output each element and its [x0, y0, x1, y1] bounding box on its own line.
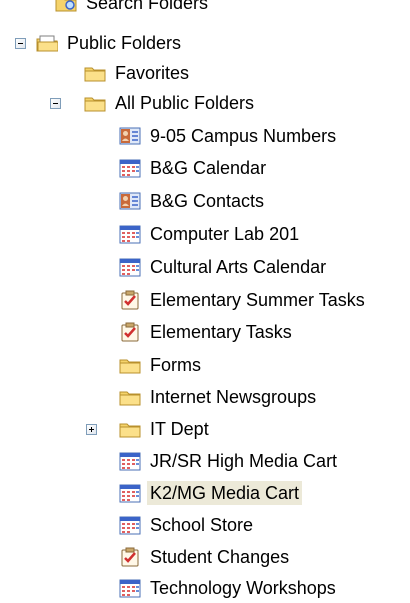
tree-item-all-public-folders[interactable]: All Public Folders: [84, 88, 257, 118]
tree-item-label: All Public Folders: [115, 93, 255, 113]
calendar-icon: [119, 224, 141, 244]
tree-item-label: JR/SR High Media Cart: [150, 451, 338, 471]
folder-tree: Search Folders Public Folders Favorites …: [0, 0, 410, 599]
folder-icon: [119, 387, 141, 407]
calendar-icon: [119, 578, 141, 598]
folder-icon: [119, 355, 141, 375]
tree-item-computer-lab-201[interactable]: Computer Lab 201: [119, 219, 302, 249]
folder-icon: [84, 93, 106, 113]
tree-item-label: Elementary Tasks: [150, 322, 292, 342]
tree-item-school-store[interactable]: School Store: [119, 510, 256, 540]
calendar-icon: [119, 483, 141, 503]
tree-item-public-folders[interactable]: Public Folders: [36, 28, 184, 58]
tree-item-elementary-summer-tasks[interactable]: Elementary Summer Tasks: [119, 285, 368, 315]
tasks-icon: [119, 547, 141, 567]
tree-item-bg-calendar[interactable]: B&G Calendar: [119, 153, 269, 183]
contacts-icon: [119, 191, 141, 211]
expand-it-dept-toggle[interactable]: [86, 424, 97, 435]
collapse-public-folders-toggle[interactable]: [15, 38, 26, 49]
public-folders-icon: [36, 33, 58, 53]
tree-item-label: Public Folders: [67, 33, 182, 53]
tree-item-label: Search Folders: [86, 0, 209, 13]
folder-icon: [119, 419, 141, 439]
tree-item-label: IT Dept: [150, 419, 209, 439]
tree-item-label: Computer Lab 201: [150, 224, 300, 244]
tree-item-favorites[interactable]: Favorites: [84, 58, 192, 88]
tree-item-search-folders[interactable]: Search Folders: [55, 0, 211, 18]
folder-icon: [84, 63, 106, 83]
tree-item-jr-sr-high-media-cart[interactable]: JR/SR High Media Cart: [119, 446, 340, 476]
tree-item-label: Technology Workshops: [150, 578, 336, 598]
tree-item-cultural-arts-calendar[interactable]: Cultural Arts Calendar: [119, 252, 329, 282]
tree-item-k2-mg-media-cart[interactable]: K2/MG Media Cart: [119, 478, 303, 508]
tree-item-it-dept[interactable]: IT Dept: [119, 414, 212, 444]
tree-item-label: School Store: [150, 515, 254, 535]
calendar-icon: [119, 451, 141, 471]
contacts-icon: [119, 126, 141, 146]
tree-item-bg-contacts[interactable]: B&G Contacts: [119, 186, 267, 216]
collapse-all-public-folders-toggle[interactable]: [50, 98, 61, 109]
tree-item-label: Elementary Summer Tasks: [150, 290, 365, 310]
tree-item-label: 9-05 Campus Numbers: [150, 126, 337, 146]
tree-item-campus-numbers[interactable]: 9-05 Campus Numbers: [119, 121, 339, 151]
calendar-icon: [119, 257, 141, 277]
tree-item-label: B&G Calendar: [150, 158, 267, 178]
tree-item-label: Cultural Arts Calendar: [150, 257, 327, 277]
tree-item-label: Student Changes: [150, 547, 290, 567]
tree-item-elementary-tasks[interactable]: Elementary Tasks: [119, 317, 295, 347]
tree-item-label: Favorites: [115, 63, 190, 83]
tree-item-internet-newsgroups[interactable]: Internet Newsgroups: [119, 382, 319, 412]
tasks-icon: [119, 322, 141, 342]
tree-item-label: Forms: [150, 355, 201, 375]
search-folder-icon: [55, 0, 77, 13]
tree-item-label: K2/MG Media Cart: [147, 481, 303, 505]
tree-item-label: Internet Newsgroups: [150, 387, 317, 407]
calendar-icon: [119, 515, 141, 535]
tree-item-student-changes[interactable]: Student Changes: [119, 542, 292, 572]
tree-item-label: B&G Contacts: [150, 191, 265, 211]
calendar-icon: [119, 158, 141, 178]
tasks-icon: [119, 290, 141, 310]
tree-item-forms[interactable]: Forms: [119, 350, 204, 380]
